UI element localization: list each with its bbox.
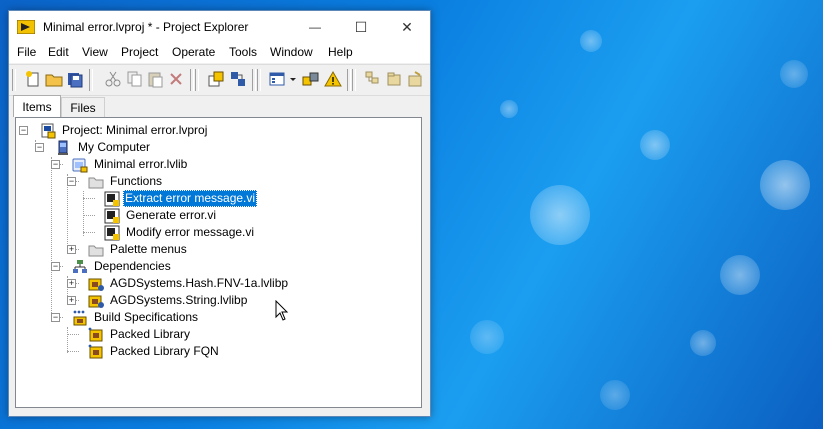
packed-library-build-icon	[88, 344, 103, 359]
tree-expander[interactable]: −	[35, 143, 44, 152]
tree-connector	[83, 198, 95, 199]
project-tree[interactable]: − − − − + − + + − Project: Minimal error…	[15, 117, 422, 408]
tree-item-label: My Computer	[78, 140, 151, 154]
menu-project[interactable]: Project	[121, 45, 158, 59]
tree-item-label: Generate error.vi	[126, 208, 217, 222]
vi-icon	[104, 208, 120, 224]
tree-item-label: Project: Minimal error.lvproj	[62, 123, 208, 137]
tab-strip: Items Files	[9, 95, 430, 117]
cut-icon[interactable]	[104, 70, 122, 88]
delete-icon[interactable]	[167, 70, 185, 88]
library-icon	[72, 158, 88, 173]
tree-item-label: AGDSystems.Hash.FNV-1a.lvlibp	[110, 276, 289, 290]
tree-item-label: Functions	[110, 174, 163, 188]
menu-view[interactable]: View	[82, 45, 108, 59]
tree-connector	[51, 157, 52, 315]
close-button[interactable]: ✕	[384, 11, 430, 43]
deploy-icon[interactable]	[229, 70, 247, 88]
tab-items[interactable]: Items	[13, 95, 61, 117]
window-title: Minimal error.lvproj * - Project Explore…	[43, 20, 249, 34]
tree-item-label-selected: Extract error message.vi	[123, 190, 258, 207]
folder-icon	[88, 177, 104, 189]
toolbar	[9, 64, 430, 96]
tree-expander[interactable]: +	[67, 279, 76, 288]
tree-expander[interactable]: +	[67, 245, 76, 254]
tree-expander[interactable]: −	[51, 313, 60, 322]
minimize-button[interactable]: —	[292, 11, 338, 43]
toolbar-grip[interactable]	[195, 69, 199, 91]
new-file-icon[interactable]	[24, 70, 42, 88]
tree-item-label: Modify error message.vi	[126, 225, 255, 239]
view-options-icon[interactable]	[268, 70, 286, 88]
tree-item-label: Minimal error.lvlib	[94, 157, 188, 171]
tree-item-label: Palette menus	[110, 242, 187, 256]
toolbar-separator	[347, 69, 351, 91]
tree-connector	[67, 334, 79, 335]
add-file-icon[interactable]	[406, 70, 424, 88]
folder-icon	[88, 245, 104, 257]
tree-item-label: AGDSystems.String.lvlibp	[110, 293, 248, 307]
computer-icon	[58, 140, 68, 155]
build-spec-icon	[73, 310, 87, 326]
dependencies-icon	[73, 260, 87, 273]
paste-icon[interactable]	[146, 70, 164, 88]
save-all-icon[interactable]	[66, 70, 84, 88]
collapse-all-icon[interactable]	[385, 70, 403, 88]
open-folder-icon[interactable]	[45, 70, 63, 88]
warning-icon[interactable]	[324, 70, 342, 88]
tree-connector	[83, 215, 95, 216]
toolbar-separator	[190, 69, 194, 91]
tree-item-label: Packed Library FQN	[110, 344, 219, 358]
dropdown-arrow-icon[interactable]	[288, 70, 298, 88]
menu-help[interactable]: Help	[328, 45, 353, 59]
tree-expander[interactable]: −	[51, 262, 60, 271]
resolve-conflicts-icon[interactable]	[302, 70, 320, 88]
vi-icon	[104, 191, 120, 207]
tree-connector	[67, 327, 68, 353]
expand-all-icon[interactable]	[364, 70, 382, 88]
toolbar-grip[interactable]	[12, 69, 16, 91]
title-bar[interactable]: Minimal error.lvproj * - Project Explore…	[9, 11, 430, 43]
packed-library-icon	[88, 295, 104, 308]
tree-item-label: Packed Library	[110, 327, 191, 341]
vi-icon	[104, 225, 120, 241]
tree-expander[interactable]: −	[51, 160, 60, 169]
packed-library-icon	[88, 278, 104, 291]
toolbar-separator	[252, 69, 256, 91]
labview-app-icon	[17, 20, 35, 34]
tree-expander[interactable]: −	[19, 126, 28, 135]
tree-expander[interactable]: +	[67, 296, 76, 305]
menu-bar: File Edit View Project Operate Tools Win…	[9, 43, 430, 63]
menu-tools[interactable]: Tools	[229, 45, 257, 59]
menu-window[interactable]: Window	[270, 45, 313, 59]
build-icon[interactable]	[207, 70, 225, 88]
maximize-icon: ☐	[354, 18, 368, 35]
minimize-icon: —	[309, 20, 321, 34]
tree-item-label: Build Specifications	[94, 310, 199, 324]
maximize-button[interactable]: ☐	[338, 11, 384, 43]
tab-files[interactable]: Files	[61, 97, 105, 117]
toolbar-grip[interactable]	[257, 69, 261, 91]
menu-edit[interactable]: Edit	[48, 45, 69, 59]
menu-file[interactable]: File	[17, 45, 36, 59]
project-explorer-window: Minimal error.lvproj * - Project Explore…	[8, 10, 431, 417]
toolbar-grip[interactable]	[352, 69, 356, 91]
tree-connector	[83, 232, 95, 233]
packed-library-build-icon	[88, 327, 103, 342]
copy-icon[interactable]	[125, 70, 143, 88]
project-icon	[41, 123, 56, 139]
close-icon: ✕	[401, 18, 413, 35]
mouse-cursor-icon	[275, 300, 289, 321]
toolbar-separator	[89, 69, 93, 91]
tree-item-label: Dependencies	[94, 259, 171, 273]
tree-expander[interactable]: −	[67, 177, 76, 186]
tree-connector	[67, 351, 79, 352]
menu-operate[interactable]: Operate	[172, 45, 215, 59]
